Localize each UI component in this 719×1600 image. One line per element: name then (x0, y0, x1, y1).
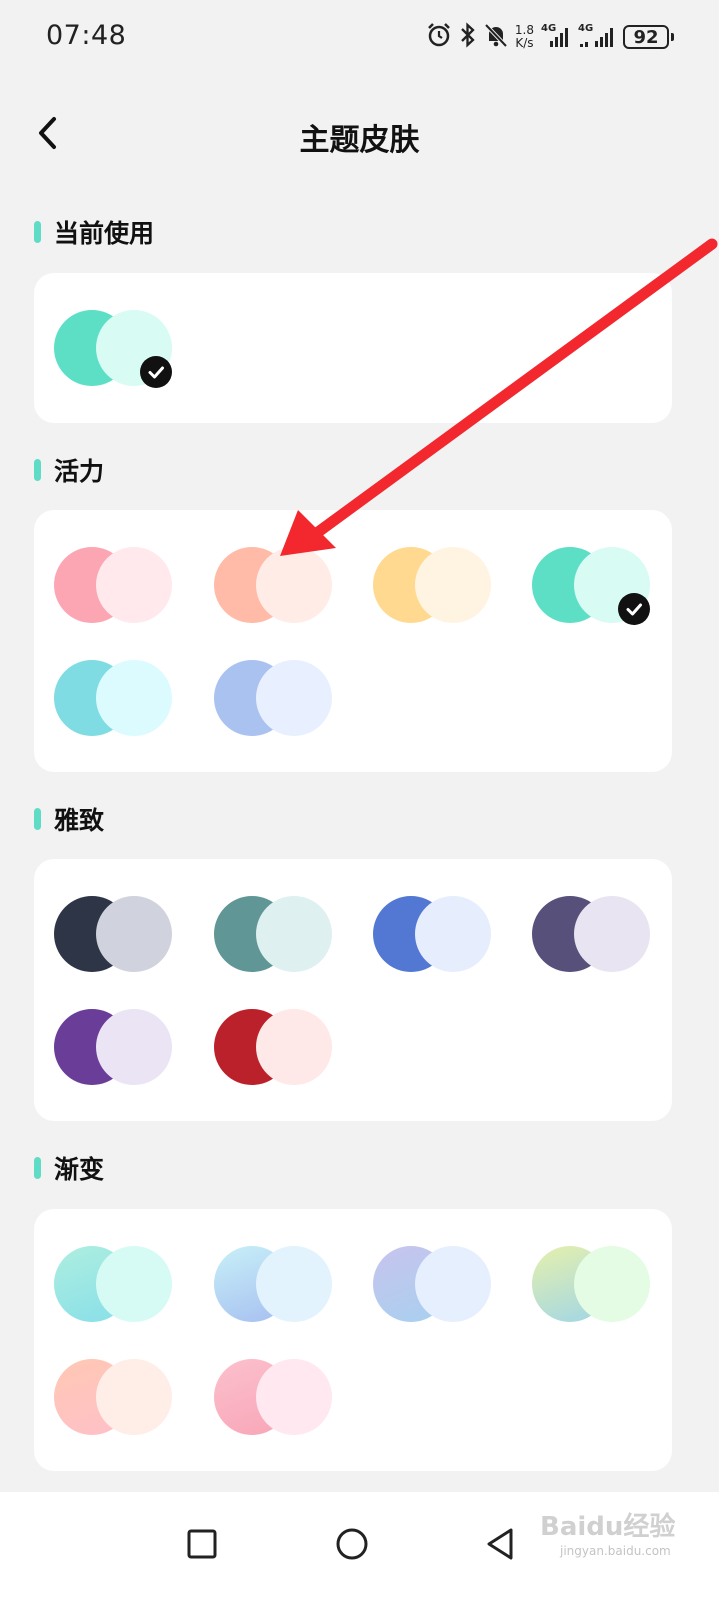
signal-icon: 4G (578, 23, 616, 49)
theme-secondary-color (415, 896, 491, 972)
battery-level: 92 (633, 26, 659, 48)
theme-swatch[interactable] (532, 896, 650, 974)
clock: 07:48 (46, 20, 127, 51)
theme-swatch[interactable] (214, 660, 332, 738)
theme-secondary-color (415, 547, 491, 623)
theme-swatch[interactable] (214, 1009, 332, 1087)
theme-swatch[interactable] (214, 1359, 332, 1437)
home-button[interactable] (322, 1514, 382, 1574)
navigation-bar (0, 1492, 719, 1600)
section-title: 活力 (54, 457, 105, 486)
gradient-theme-card (34, 1209, 672, 1471)
theme-secondary-color (96, 1246, 172, 1322)
section-accent-bar (34, 1157, 41, 1179)
theme-swatch[interactable] (54, 660, 172, 738)
theme-secondary-color (574, 896, 650, 972)
theme-secondary-color (96, 1359, 172, 1435)
theme-secondary-color (256, 896, 332, 972)
theme-secondary-color (415, 1246, 491, 1322)
mute-icon (484, 22, 508, 52)
theme-swatch[interactable] (373, 1246, 491, 1324)
theme-swatch[interactable] (214, 1246, 332, 1324)
theme-secondary-color (574, 1246, 650, 1322)
theme-secondary-color (256, 1009, 332, 1085)
section-title: 雅致 (54, 806, 105, 835)
section-title: 渐变 (54, 1155, 105, 1184)
theme-swatch[interactable] (54, 547, 172, 625)
speed-unit: K/s (515, 36, 534, 50)
back-nav-button[interactable] (470, 1514, 530, 1574)
theme-swatch[interactable] (54, 1009, 172, 1087)
section-label-elegant: 雅致 (34, 799, 104, 839)
current-theme-card (34, 273, 672, 423)
network-speed: 1.8 K/s (515, 24, 534, 50)
theme-secondary-color (256, 660, 332, 736)
section-accent-bar (34, 808, 41, 830)
battery-icon: 92 (623, 25, 674, 49)
theme-secondary-color (256, 1246, 332, 1322)
check-icon (618, 593, 650, 625)
circle-icon (336, 1528, 368, 1560)
section-label-current: 当前使用 (34, 212, 154, 252)
theme-swatch[interactable] (54, 1246, 172, 1324)
theme-swatch[interactable] (532, 1246, 650, 1324)
section-label-vitality: 活力 (34, 450, 104, 490)
page-title: 主题皮肤 (299, 123, 420, 158)
network-type: 4G (578, 23, 594, 34)
triangle-back-icon (487, 1528, 513, 1560)
theme-secondary-color (256, 547, 332, 623)
signal-icon: 4G (541, 23, 571, 49)
alarm-icon (426, 22, 452, 52)
section-accent-bar (34, 459, 41, 481)
theme-secondary-color (96, 896, 172, 972)
section-accent-bar (34, 221, 41, 243)
theme-secondary-color (256, 1359, 332, 1435)
square-icon (187, 1529, 217, 1559)
network-type: 4G (541, 23, 557, 34)
theme-secondary-color (96, 660, 172, 736)
theme-swatch[interactable] (214, 547, 332, 625)
check-icon (140, 356, 172, 388)
theme-secondary-color (96, 1009, 172, 1085)
theme-swatch[interactable] (54, 310, 172, 388)
section-title: 当前使用 (54, 219, 155, 248)
vitality-theme-card (34, 510, 672, 772)
recent-apps-button[interactable] (172, 1514, 232, 1574)
header: 主题皮肤 (0, 95, 719, 175)
theme-secondary-color (96, 547, 172, 623)
theme-swatch[interactable] (532, 547, 650, 625)
status-icons: 1.8 K/s 4G 4G 92 (426, 20, 674, 54)
section-label-gradient: 渐变 (34, 1148, 104, 1188)
status-bar: 07:48 1.8 K/s 4G 4G 92 (0, 0, 719, 76)
theme-swatch[interactable] (54, 896, 172, 974)
theme-swatch[interactable] (54, 1359, 172, 1437)
theme-swatch[interactable] (214, 896, 332, 974)
theme-swatch[interactable] (373, 547, 491, 625)
elegant-theme-card (34, 859, 672, 1121)
theme-swatch[interactable] (373, 896, 491, 974)
bluetooth-icon (459, 22, 477, 52)
